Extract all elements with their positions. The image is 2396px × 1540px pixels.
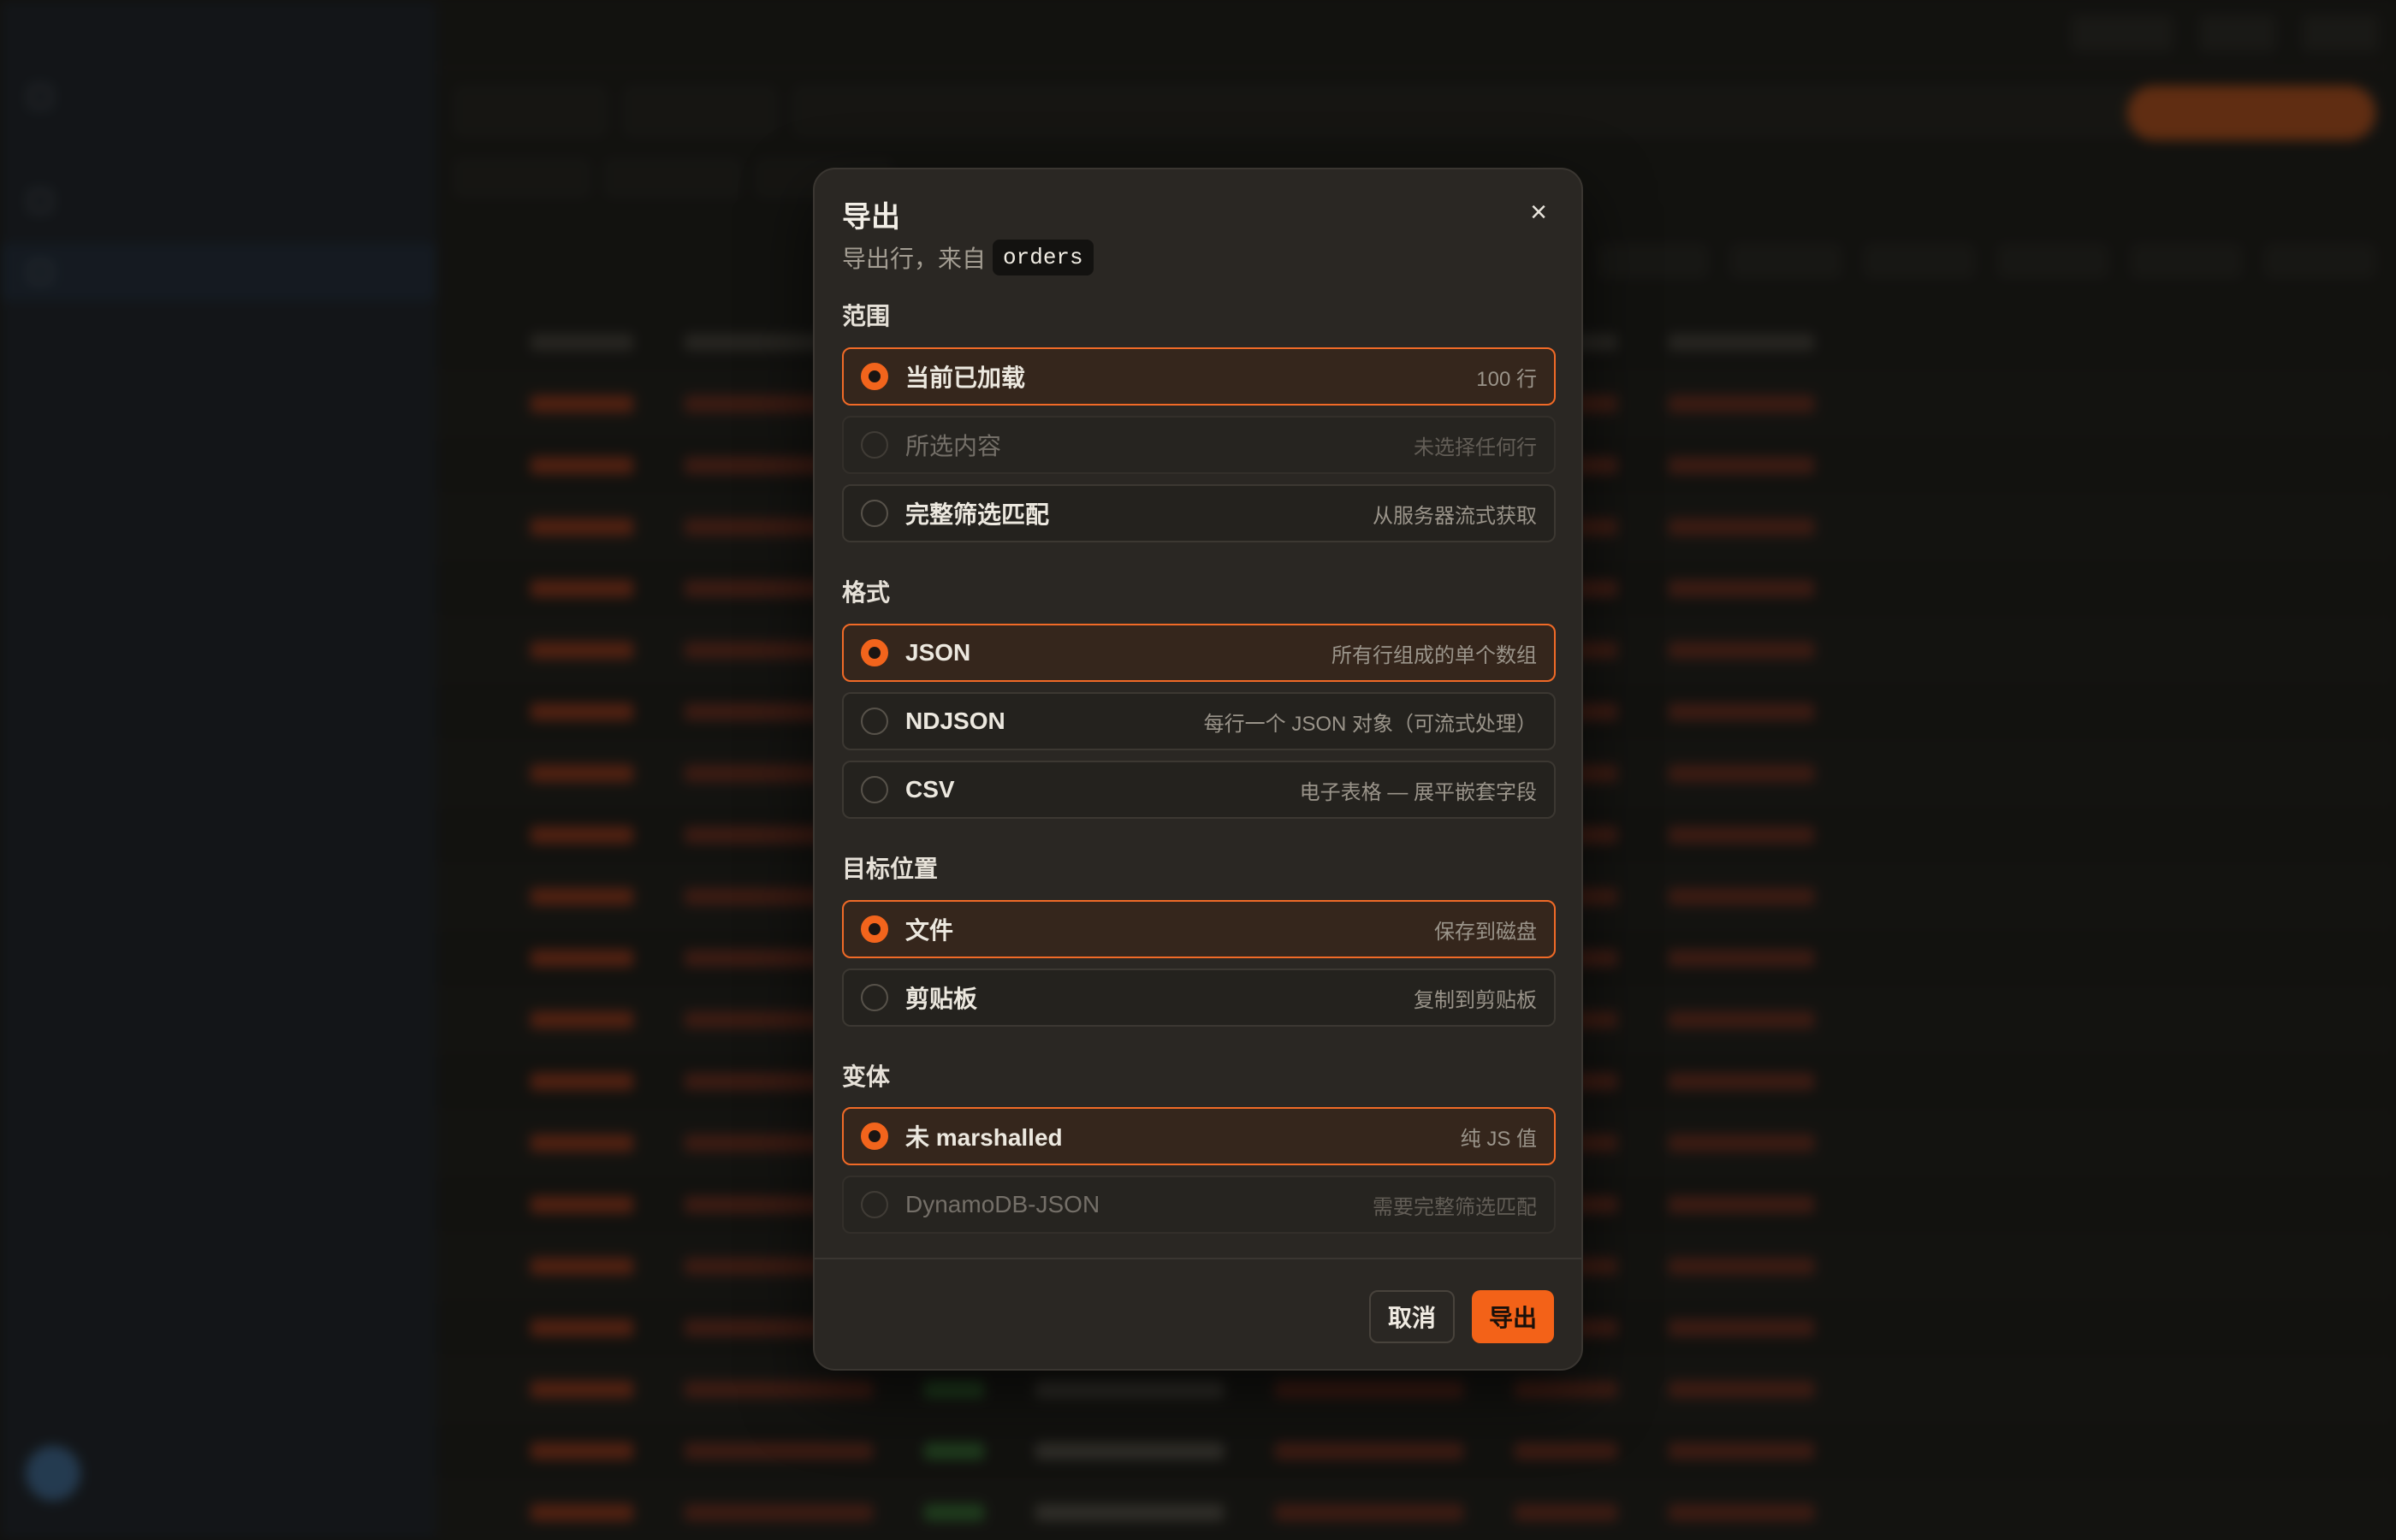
radio-icon [861,915,888,943]
option-description: 电子表格 — 展平嵌套字段 [1299,780,1537,804]
option-label: JSON [905,639,971,666]
option-description: 每行一个 JSON 对象（可流式处理） [1203,712,1537,736]
option-label: CSV [905,776,955,803]
export-dialog: 导出 × 导出行，来自 orders 范围 当前已加载 100 行 所选内容 未… [813,168,1583,1371]
option-label: 完整筛选匹配 [905,501,1050,528]
close-icon[interactable]: × [1521,195,1556,229]
option-description: 未选择任何行 [1414,435,1537,459]
option-description: 所有行组成的单个数组 [1331,643,1537,667]
section-title-scope: 范围 [842,303,891,329]
option-label: 当前已加载 [905,364,1026,391]
radio-icon [861,363,888,390]
option-label: 未 marshalled [905,1124,1063,1151]
option-destination-clipboard[interactable]: 剪贴板 复制到剪贴板 [842,968,1556,1027]
option-description: 复制到剪贴板 [1414,988,1537,1012]
table-name-badge: orders [993,240,1094,275]
radio-icon [861,776,888,803]
export-button[interactable]: 导出 [1471,1290,1554,1343]
option-format-json[interactable]: JSON 所有行组成的单个数组 [842,624,1556,682]
radio-icon [861,708,888,735]
section-title-destination: 目标位置 [842,856,939,882]
subtitle-text: 导出行，来自 [842,246,987,272]
radio-icon [861,500,888,527]
radio-icon [861,431,888,459]
option-label: 所选内容 [905,433,1002,459]
option-description: 需要完整筛选匹配 [1373,1195,1537,1219]
dialog-subtitle: 导出行，来自 orders [842,240,1094,275]
option-description: 从服务器流式获取 [1373,504,1537,528]
option-variant-dynamodb-json: DynamoDB-JSON 需要完整筛选匹配 [842,1176,1556,1234]
option-destination-file[interactable]: 文件 保存到磁盘 [842,900,1556,958]
option-scope-loaded[interactable]: 当前已加载 100 行 [842,347,1556,406]
option-description: 保存到磁盘 [1434,920,1537,944]
option-scope-selection: 所选内容 未选择任何行 [842,416,1556,474]
section-title-format: 格式 [842,579,891,606]
radio-icon [861,1122,888,1150]
option-description: 100 行 [1476,367,1537,391]
dialog-footer: 取消 导出 [815,1258,1581,1369]
option-variant-unmarshalled[interactable]: 未 marshalled 纯 JS 值 [842,1107,1556,1165]
option-format-ndjson[interactable]: NDJSON 每行一个 JSON 对象（可流式处理） [842,692,1556,750]
radio-icon [861,639,888,666]
option-description: 纯 JS 值 [1460,1127,1537,1151]
option-scope-full-filter[interactable]: 完整筛选匹配 从服务器流式获取 [842,484,1556,542]
option-format-csv[interactable]: CSV 电子表格 — 展平嵌套字段 [842,761,1556,819]
option-label: 剪贴板 [905,986,978,1012]
radio-icon [861,984,888,1011]
dialog-title: 导出 [842,201,900,234]
radio-icon [861,1191,888,1218]
cancel-button[interactable]: 取消 [1368,1290,1455,1343]
option-label: NDJSON [905,708,1005,734]
section-title-variant: 变体 [842,1063,891,1090]
option-label: DynamoDB-JSON [905,1191,1100,1217]
option-label: 文件 [905,917,954,944]
